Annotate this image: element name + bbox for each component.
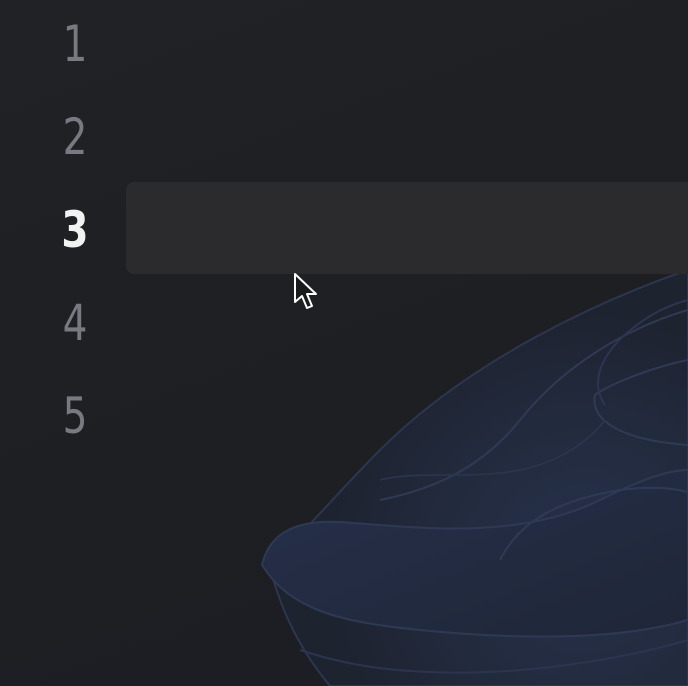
selected-row-highlight (126, 182, 688, 274)
switcher-item-5[interactable]: 5 (48, 386, 103, 446)
switcher-item-3[interactable]: 3 (48, 200, 103, 260)
switcher-item-1[interactable]: 1 (48, 14, 103, 74)
number-switcher: 1 2 3 4 5 (0, 0, 126, 686)
mouse-pointer-icon (294, 273, 317, 309)
desktop-screen: 1 2 3 4 5 (0, 0, 688, 686)
switcher-item-2[interactable]: 2 (48, 107, 103, 167)
switcher-item-4[interactable]: 4 (48, 293, 103, 353)
